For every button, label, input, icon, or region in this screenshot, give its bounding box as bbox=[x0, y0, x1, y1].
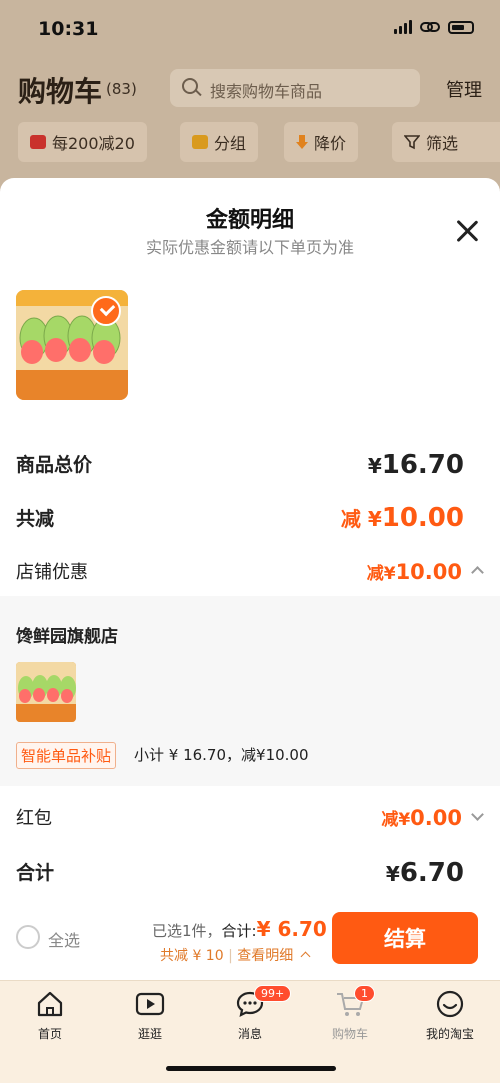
chip-group[interactable]: 分组 bbox=[180, 122, 259, 162]
currency: ¥ bbox=[383, 564, 396, 584]
chip-price-drop[interactable]: 降价 bbox=[284, 122, 359, 162]
tab-label: 我的淘宝 bbox=[425, 1027, 474, 1041]
play-icon bbox=[135, 989, 165, 1019]
amount: 10.00 bbox=[395, 560, 462, 584]
checkout-bar: 全选 已选1件，合计:¥ 6.70 共减 ¥ 10 | 查看明细 结算 bbox=[0, 895, 500, 980]
amount: 0.00 bbox=[410, 806, 462, 830]
settle-button[interactable]: 结算 bbox=[332, 912, 478, 964]
shop-discount-value[interactable]: 减¥10.00 bbox=[367, 559, 462, 584]
shop-product-image bbox=[16, 662, 76, 722]
search-placeholder: 搜索购物车商品 bbox=[210, 82, 323, 101]
shop-name: 馋鲜园旗舰店 bbox=[16, 627, 118, 647]
chip-label: 分组 bbox=[214, 134, 247, 153]
tab-my-taobao[interactable]: 我的淘宝 bbox=[410, 989, 490, 1042]
red-packet-label: 红包 bbox=[16, 808, 52, 829]
shop-discount-label: 店铺优惠 bbox=[16, 562, 88, 583]
guava-thumb bbox=[16, 662, 76, 722]
select-all-label[interactable]: 全选 bbox=[48, 927, 80, 951]
chip-coupon[interactable]: 每200减20 bbox=[18, 122, 147, 162]
subsidy-tag: 智能单品补贴 bbox=[16, 742, 117, 769]
chip-label: 每200减20 bbox=[52, 134, 135, 153]
amount: 10.00 bbox=[381, 503, 464, 533]
tab-cart[interactable]: 购物车 bbox=[310, 989, 390, 1042]
tab-label: 首页 bbox=[37, 1027, 62, 1041]
tab-home[interactable]: 首页 bbox=[10, 989, 90, 1042]
folder-icon bbox=[192, 135, 208, 149]
reduce-prefix: 减 bbox=[381, 810, 399, 830]
total-amount: ¥ 6.70 bbox=[256, 917, 327, 941]
select-all-radio[interactable] bbox=[16, 925, 40, 949]
tab-explore[interactable]: 逛逛 bbox=[110, 989, 190, 1042]
tab-label: 逛逛 bbox=[137, 1027, 162, 1041]
total-reduce-value: 减 ¥10.00 bbox=[341, 503, 464, 533]
tab-label: 消息 bbox=[237, 1027, 262, 1041]
view-details-link[interactable]: 查看明细 bbox=[237, 948, 293, 964]
cart-badge: 1 bbox=[354, 985, 375, 1002]
message-badge: 99+ bbox=[254, 985, 292, 1002]
status-icons bbox=[394, 20, 474, 34]
store-coupon-icon bbox=[30, 135, 46, 149]
goods-total-value: ¥16.70 bbox=[368, 450, 464, 480]
sheet-title: 金额明细 bbox=[205, 208, 294, 233]
reduce-prefix: 减 bbox=[366, 564, 384, 584]
chevron-up-icon bbox=[300, 951, 311, 961]
shop-discount-detail: 馋鲜园旗舰店 智能单品补贴 小计 ¥ 16.70，减¥10.00 bbox=[0, 596, 500, 786]
currency: ¥ bbox=[398, 810, 411, 830]
amount-detail-sheet: 金额明细 实际优惠金额请以下单页为准 商品总价 ¥16.70 共减 减 ¥10.… bbox=[0, 178, 500, 988]
red-packet-value[interactable]: 减¥0.00 bbox=[381, 805, 462, 830]
filter-icon bbox=[404, 135, 420, 150]
chevron-down-icon[interactable] bbox=[471, 808, 484, 821]
smile-icon bbox=[435, 989, 465, 1019]
link-icon bbox=[420, 22, 440, 32]
discount-summary[interactable]: 共减 ¥ 10 | 查看明细 bbox=[160, 945, 311, 965]
search-icon bbox=[182, 78, 198, 94]
sum-label: 合计 bbox=[16, 862, 55, 884]
selected-check-icon bbox=[91, 296, 121, 326]
selected-summary: 已选1件，合计:¥ 6.70 bbox=[152, 917, 327, 941]
chevron-up-icon[interactable] bbox=[471, 566, 484, 579]
tab-label: 购物车 bbox=[331, 1027, 368, 1041]
home-indicator bbox=[166, 1066, 336, 1071]
sheet-subtitle: 实际优惠金额请以下单页为准 bbox=[145, 238, 354, 257]
goods-total-label: 商品总价 bbox=[16, 454, 93, 476]
status-time: 10:31 bbox=[38, 18, 99, 40]
amount: 16.70 bbox=[381, 450, 464, 480]
price-drop-icon bbox=[296, 135, 308, 149]
amount: 6.70 bbox=[399, 858, 464, 888]
total-reduce-label: 共减 bbox=[16, 508, 55, 530]
currency: ¥ bbox=[367, 454, 382, 478]
signal-icon bbox=[394, 20, 412, 34]
divider: | bbox=[228, 948, 233, 964]
shop-subtotal: 小计 ¥ 16.70，减¥10.00 bbox=[134, 746, 309, 764]
sum-value: ¥6.70 bbox=[386, 858, 464, 888]
chip-label: 筛选 bbox=[426, 134, 459, 153]
close-icon[interactable] bbox=[454, 218, 480, 244]
manage-button[interactable]: 管理 bbox=[446, 76, 482, 102]
reduce-prefix: 减 bbox=[340, 507, 361, 531]
chip-label: 降价 bbox=[314, 134, 347, 153]
chip-filter[interactable]: 筛选 bbox=[392, 122, 500, 162]
page-title: 购物车 bbox=[18, 75, 103, 108]
home-icon bbox=[35, 989, 65, 1019]
cart-count: (83) bbox=[106, 80, 137, 98]
currency: ¥ bbox=[367, 507, 382, 531]
currency: ¥ bbox=[385, 862, 400, 886]
discount-text: 共减 ¥ 10 bbox=[160, 948, 224, 964]
selected-count: 已选1件， bbox=[152, 922, 222, 940]
total-label: 合计: bbox=[221, 922, 257, 940]
battery-icon bbox=[448, 20, 474, 34]
